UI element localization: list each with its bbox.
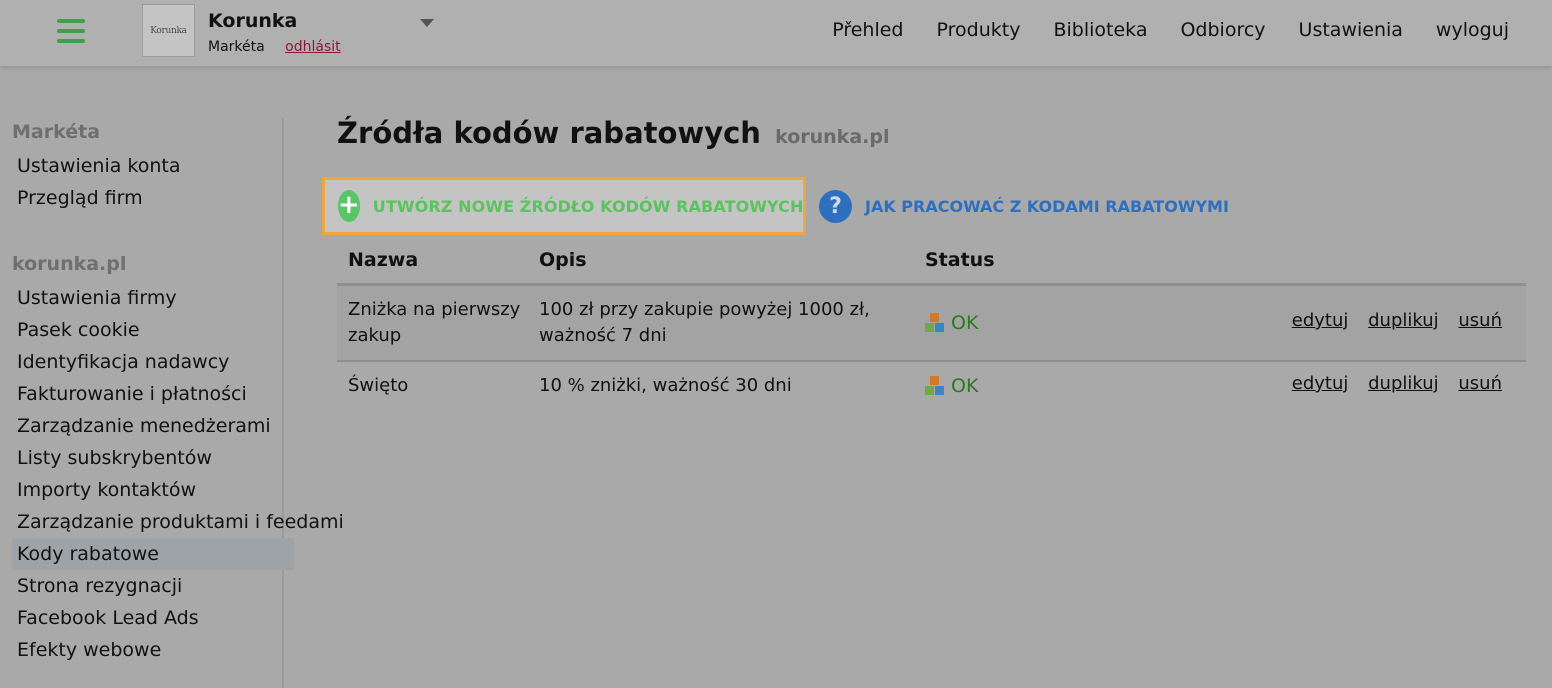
nav-overview[interactable]: Přehled	[832, 19, 903, 41]
page-title: Źródła kodów rabatowych korunka.pl	[337, 116, 889, 150]
column-header-status: Status	[925, 249, 995, 271]
user-line: Markéta odhlásit	[208, 39, 341, 55]
column-header-name: Nazwa	[348, 249, 419, 271]
status-blocks-icon	[925, 313, 945, 333]
help-link-label: JAK PRACOWAĆ Z KODAMI RABATOWYMI	[865, 197, 1229, 216]
sidebar-item-billing[interactable]: Fakturowanie i płatności	[12, 378, 294, 410]
delete-link[interactable]: usuń	[1458, 373, 1502, 394]
sidebar-item-companies[interactable]: Przegląd firm	[12, 182, 294, 214]
company-name: Korunka	[208, 10, 298, 32]
row-description: 10 % zniżki, ważność 30 dni	[539, 375, 792, 396]
row-status: OK	[925, 310, 978, 336]
delete-link[interactable]: usuń	[1458, 310, 1502, 331]
sidebar-item-facebook-lead-ads[interactable]: Facebook Lead Ads	[12, 602, 294, 634]
table-header: Nazwa Opis Status	[337, 243, 1526, 286]
sidebar-item-web-effects[interactable]: Efekty webowe	[12, 634, 294, 666]
sidebar-item-subscriber-lists[interactable]: Listy subskrybentów	[12, 442, 294, 474]
logout-link-small[interactable]: odhlásit	[285, 39, 340, 55]
row-status: OK	[925, 373, 978, 399]
sidebar-item-products-feeds[interactable]: Zarządzanie produktami i feedami	[12, 506, 344, 538]
row-description: 100 zł przy zakupie powyżej 1000 zł, waż…	[539, 299, 870, 346]
row-name: Zniżka na pierwszy zakup	[348, 299, 521, 346]
page-title-domain: korunka.pl	[775, 126, 890, 148]
logo-text: Korunka	[150, 25, 187, 36]
company-logo: Korunka	[142, 4, 195, 57]
create-button-label: UTWÓRZ NOWE ŹRÓDŁO KODÓW RABATOWYCH	[372, 196, 804, 216]
page-title-text: Źródła kodów rabatowych	[337, 116, 761, 150]
row-actions: edytuj duplikuj usuń	[1278, 310, 1502, 331]
top-nav: Přehled Produkty Biblioteka Odbiorcy Ust…	[799, 19, 1509, 41]
nav-recipients[interactable]: Odbiorcy	[1180, 19, 1265, 41]
sidebar-item-contact-imports[interactable]: Importy kontaktów	[12, 474, 294, 506]
nav-settings[interactable]: Ustawienia	[1299, 19, 1403, 41]
create-discount-source-button[interactable]: + UTWÓRZ NOWE ŹRÓDŁO KODÓW RABATOWYCH	[322, 177, 806, 235]
chevron-down-icon[interactable]	[420, 19, 434, 27]
plus-icon: +	[338, 190, 360, 222]
sidebar-item-sender-id[interactable]: Identyfikacja nadawcy	[12, 346, 294, 378]
nav-logout[interactable]: wyloguj	[1436, 19, 1509, 41]
nav-library[interactable]: Biblioteka	[1053, 19, 1147, 41]
sidebar-heading-user: Markéta	[12, 121, 101, 143]
sidebar-item-managers[interactable]: Zarządzanie menedżerami	[12, 410, 294, 442]
status-text: OK	[951, 375, 979, 397]
sidebar-item-discount-codes[interactable]: Kody rabatowe	[12, 538, 294, 570]
sidebar: Markéta Ustawienia konta Przegląd firm k…	[0, 118, 344, 688]
menu-icon[interactable]	[57, 19, 85, 43]
sidebar-item-unsubscribe-page[interactable]: Strona rezygnacji	[12, 570, 294, 602]
sidebar-item-account-settings[interactable]: Ustawienia konta	[12, 150, 294, 182]
discount-sources-table: Nazwa Opis Status Zniżka na pierwszy zak…	[337, 243, 1526, 412]
table-row: Zniżka na pierwszy zakup 100 zł przy zak…	[337, 286, 1526, 362]
top-header: Korunka Korunka Markéta odhlásit Přehled…	[0, 0, 1552, 66]
sidebar-item-cookie-bar[interactable]: Pasek cookie	[12, 314, 294, 346]
row-name: Święto	[348, 375, 409, 396]
help-discount-codes-link[interactable]: ? JAK PRACOWAĆ Z KODAMI RABATOWYMI	[819, 190, 1229, 223]
column-header-description: Opis	[539, 249, 587, 271]
duplicate-link[interactable]: duplikuj	[1368, 310, 1439, 331]
row-actions: edytuj duplikuj usuń	[1278, 373, 1502, 394]
question-icon: ?	[819, 190, 852, 223]
edit-link[interactable]: edytuj	[1292, 310, 1349, 331]
nav-products[interactable]: Produkty	[937, 19, 1021, 41]
status-text: OK	[951, 312, 979, 334]
sidebar-item-company-settings[interactable]: Ustawienia firmy	[12, 282, 294, 314]
table-row: Święto 10 % zniżki, ważność 30 dni OK ed…	[337, 362, 1526, 412]
status-blocks-icon	[925, 376, 945, 396]
duplicate-link[interactable]: duplikuj	[1368, 373, 1439, 394]
sidebar-heading-company: korunka.pl	[12, 253, 127, 275]
edit-link[interactable]: edytuj	[1292, 373, 1349, 394]
user-name: Markéta	[208, 39, 265, 55]
